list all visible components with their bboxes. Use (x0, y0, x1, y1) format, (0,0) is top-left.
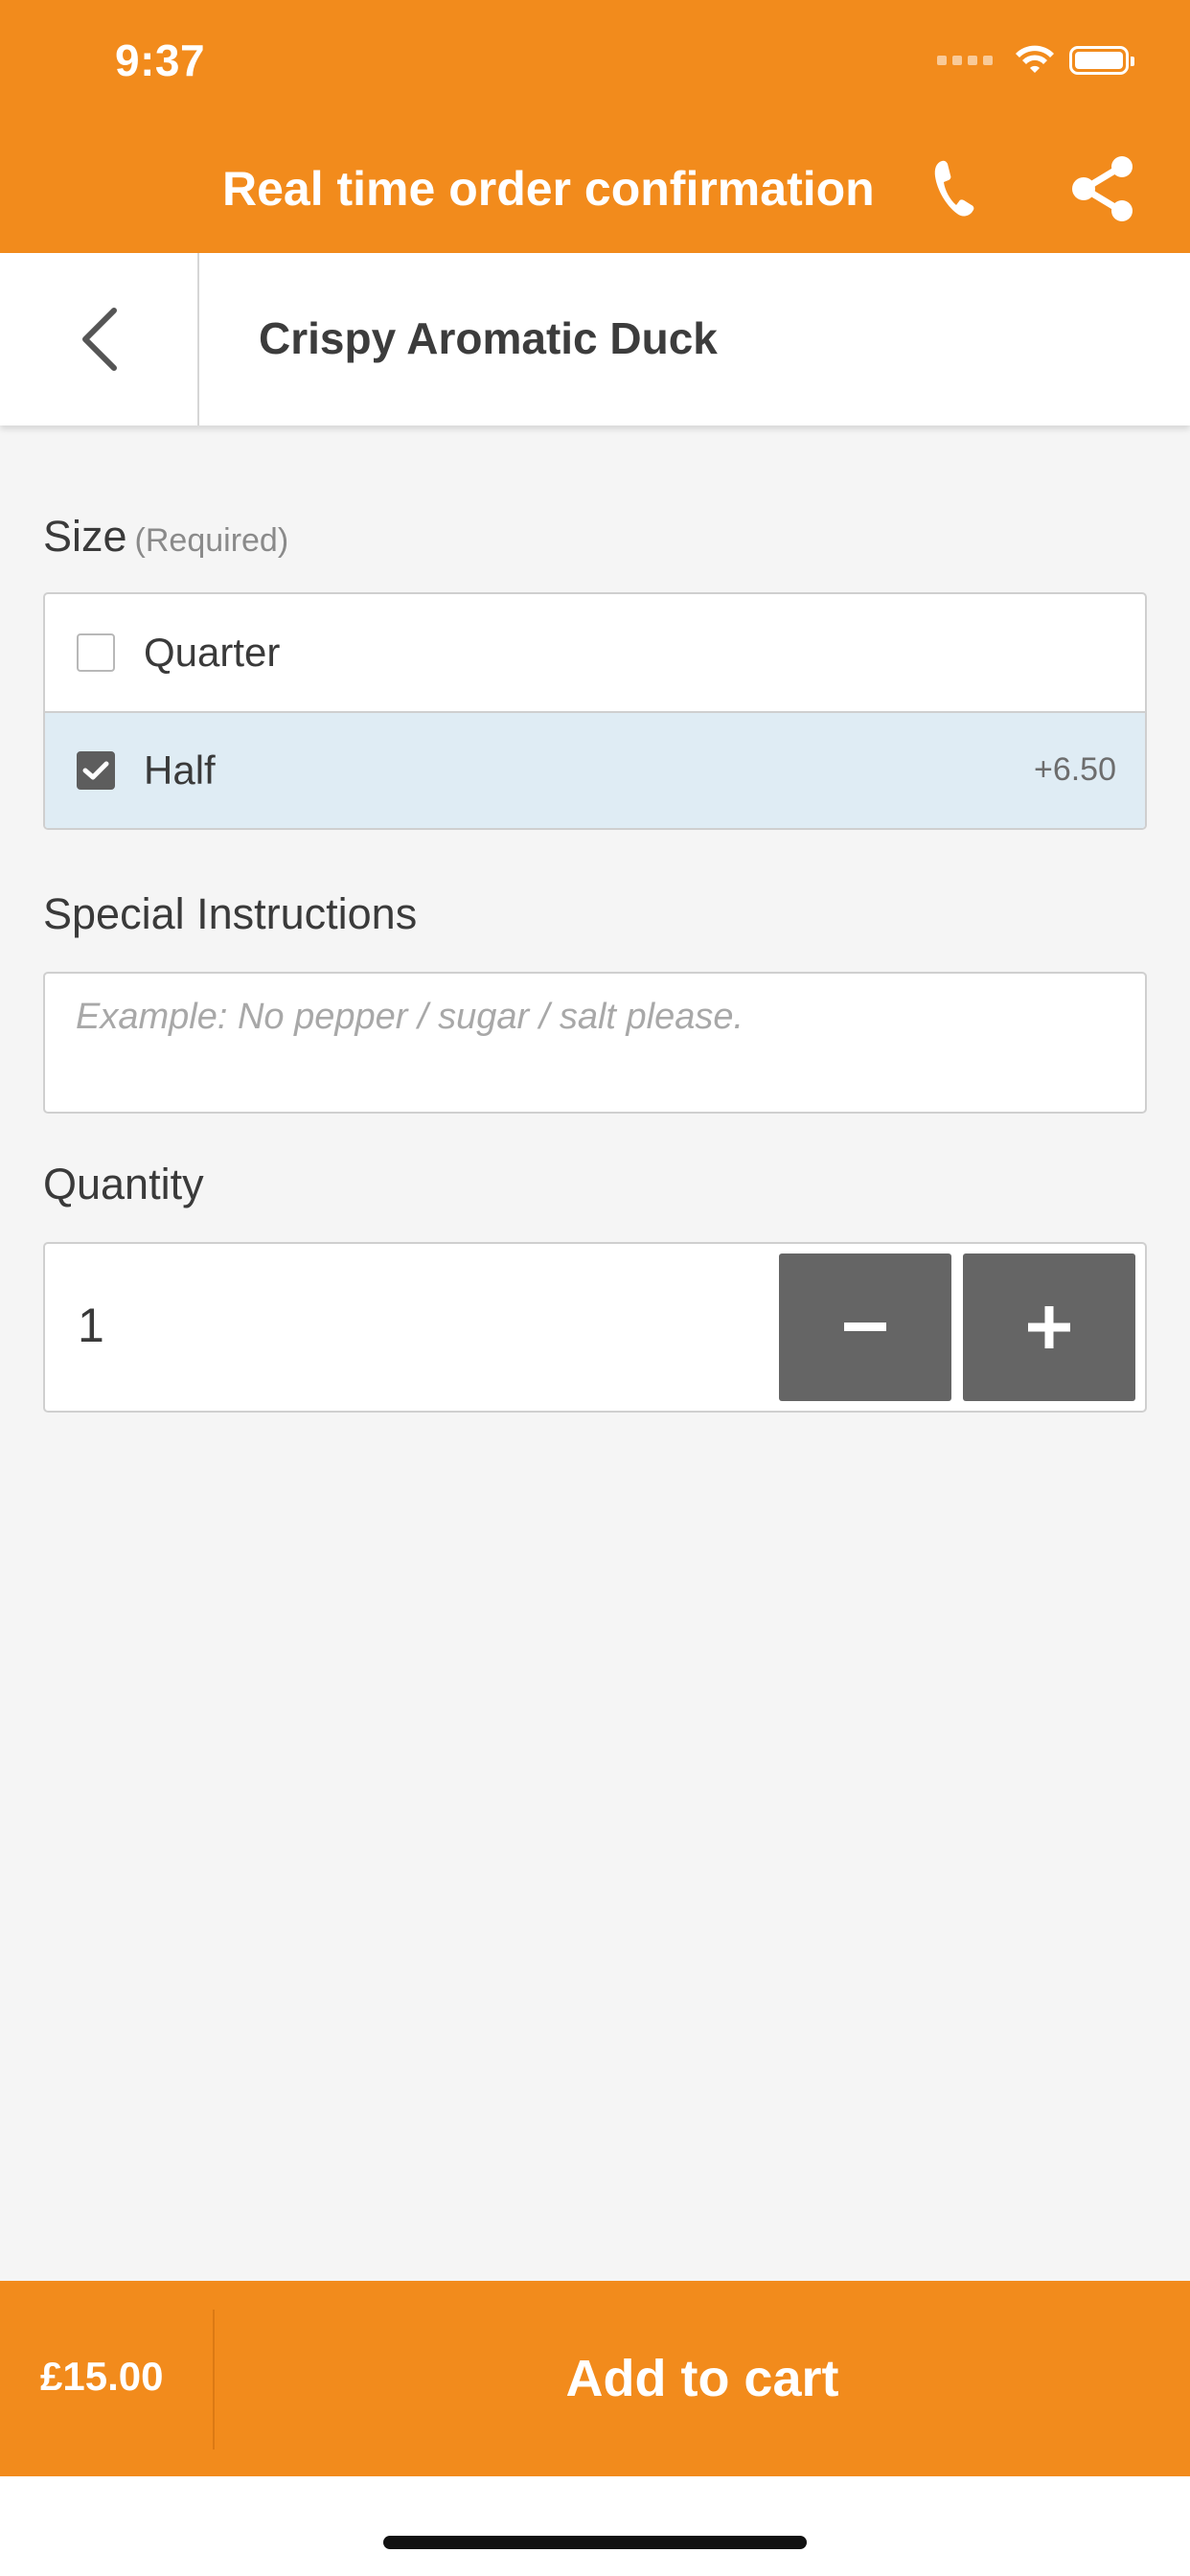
option-quarter[interactable]: Quarter (45, 594, 1145, 711)
instructions-input[interactable] (43, 972, 1147, 1114)
wifi-icon (1016, 45, 1054, 73)
share-button[interactable] (1071, 155, 1134, 222)
signal-icon (937, 56, 993, 65)
battery-icon (1069, 46, 1134, 75)
decrease-quantity-button[interactable] (779, 1254, 951, 1401)
share-icon (1072, 156, 1133, 221)
size-label-text: Size (43, 512, 127, 561)
chevron-left-icon (82, 308, 117, 371)
phone-icon (934, 160, 974, 217)
status-time: 9:37 (115, 35, 206, 85)
option-half[interactable]: Half +6.50 (45, 711, 1145, 828)
home-area (0, 2476, 1190, 2576)
option-label: Half (144, 748, 216, 793)
size-options: Quarter Half +6.50 (43, 592, 1147, 830)
minus-icon (844, 1322, 886, 1331)
plus-icon (1028, 1306, 1070, 1348)
instructions-label: Special Instructions (43, 889, 418, 938)
increase-quantity-button[interactable] (963, 1254, 1135, 1401)
quantity-stepper: 1 (43, 1242, 1147, 1413)
total-price: £15.00 (40, 2354, 164, 2399)
back-button[interactable] (0, 253, 199, 426)
topbar-title: Real time order confirmation (222, 162, 875, 216)
option-label: Quarter (144, 630, 281, 675)
status-icons (937, 44, 1134, 77)
half-checkbox[interactable] (77, 751, 115, 790)
item-title: Crispy Aromatic Duck (259, 313, 718, 363)
option-price: +6.50 (1033, 751, 1116, 788)
top-bar: 9:37 Real time order confirmation (0, 0, 1190, 253)
checkmark-icon (82, 761, 109, 780)
required-hint: (Required) (134, 522, 289, 559)
quarter-checkbox[interactable] (77, 633, 115, 672)
home-indicator[interactable] (383, 2536, 807, 2549)
quantity-value[interactable]: 1 (78, 1298, 104, 1353)
item-header: Crispy Aromatic Duck (0, 253, 1190, 426)
cart-bar: £15.00 Add to cart (0, 2281, 1190, 2476)
size-label: Size (Required) (43, 512, 288, 562)
phone-button[interactable] (929, 155, 979, 220)
quantity-label: Quantity (43, 1160, 204, 1208)
add-to-cart-button[interactable]: Add to cart (215, 2281, 1190, 2476)
